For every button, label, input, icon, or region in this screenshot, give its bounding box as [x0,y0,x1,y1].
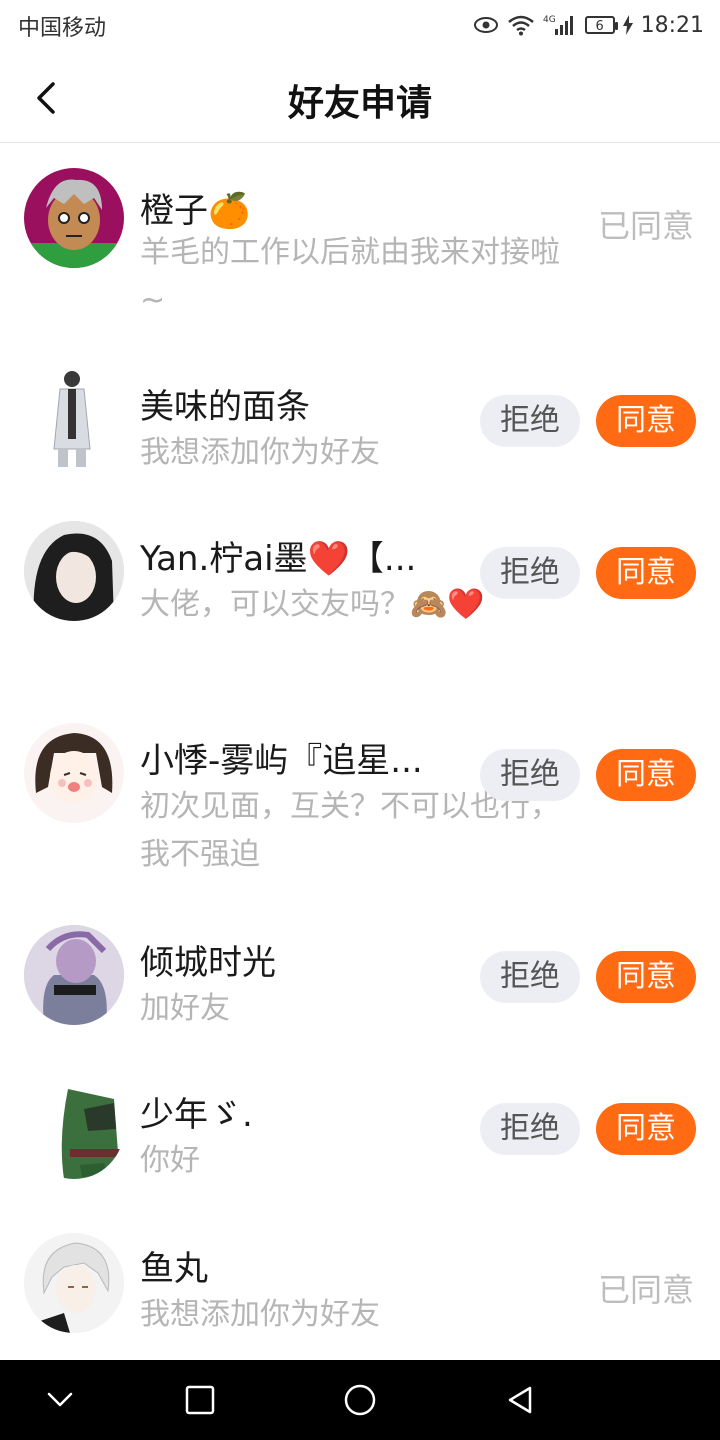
avatar[interactable] [24,168,124,268]
agreed-status: 已同意 [597,207,694,245]
network-label: 4G [543,15,556,25]
avatar[interactable] [24,369,124,469]
hide-nav-button[interactable] [40,1380,80,1420]
status-bar: 中国移动 4G 6 18:21 [0,0,720,50]
eye-icon [473,16,499,34]
avatar[interactable] [24,1079,124,1179]
request-name: Yan.柠ai墨❤️【... [140,539,417,579]
request-name: 鱼丸 [140,1249,208,1289]
request-name: 美味的面条 [140,387,310,427]
system-nav-bar [0,1360,720,1440]
battery-icon: 6 [584,16,618,34]
accept-button[interactable]: 同意 [596,749,696,801]
avatar[interactable] [24,723,124,823]
request-item: 少年ゞ. 你好 拒绝 同意 [0,1051,720,1203]
square-icon [185,1385,215,1415]
clock-time: 18:21 [640,12,704,38]
request-item: Yan.柠ai墨❤️【... 大佬，可以交友吗？🙈❤️ 拒绝 同意 [0,495,720,697]
avatar[interactable] [24,1233,124,1333]
page-title: 好友申请 [287,83,432,124]
signal-icon: 4G [543,13,577,37]
system-back-button[interactable] [500,1380,540,1420]
request-item: 美味的面条 我想添加你为好友 拒绝 同意 [0,343,720,495]
request-name: 少年ゞ. [140,1095,253,1135]
wifi-icon [507,14,535,36]
accept-button[interactable]: 同意 [596,395,696,447]
request-item: 倾城时光 加好友 拒绝 同意 [0,899,720,1051]
reject-button[interactable]: 拒绝 [480,395,580,447]
home-button[interactable] [340,1380,380,1420]
request-item: 橙子🍊 羊毛的工作以后就由我来对接啦~ 已同意 [0,143,720,343]
chevron-down-icon [47,1392,73,1407]
reject-button[interactable]: 拒绝 [480,749,580,801]
request-item: 小悸-雾屿『追星... 初次见面，互关？不可以也行，我不强迫 拒绝 同意 [0,697,720,899]
status-icons: 4G 6 18:21 [473,10,704,40]
agreed-status: 已同意 [597,1271,694,1309]
avatar[interactable] [24,521,124,621]
header-bar: 好友申请 [0,50,720,143]
avatar[interactable] [24,925,124,1025]
request-message: 羊毛的工作以后就由我来对接啦~ [140,235,560,318]
request-item: 鱼丸 我想添加你为好友 已同意 [0,1203,720,1360]
reject-button[interactable]: 拒绝 [480,547,580,599]
request-name: 倾城时光 [140,943,276,983]
accept-button[interactable]: 同意 [596,951,696,1003]
charging-icon [622,15,633,35]
request-message: 我想添加你为好友 [140,1297,380,1332]
accept-button[interactable]: 同意 [596,547,696,599]
accept-button[interactable]: 同意 [596,1103,696,1155]
triangle-back-icon [508,1386,532,1414]
reject-button[interactable]: 拒绝 [480,1103,580,1155]
request-name: 橙子🍊 [140,191,251,231]
request-name: 小悸-雾屿『追星... [140,741,423,781]
reject-button[interactable]: 拒绝 [480,951,580,1003]
carrier-label: 中国移动 [18,16,107,41]
recents-button[interactable] [180,1380,220,1420]
circle-icon [344,1384,376,1416]
